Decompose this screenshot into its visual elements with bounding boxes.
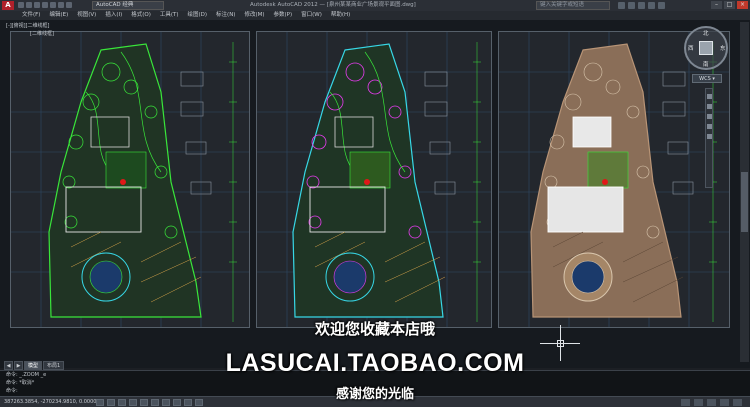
autocad-logo-icon[interactable]: A xyxy=(2,1,14,10)
save-as-icon[interactable] xyxy=(42,2,48,8)
menu-draw[interactable]: 绘图(D) xyxy=(188,11,208,20)
print-icon[interactable] xyxy=(50,2,56,8)
close-button[interactable]: × xyxy=(737,1,748,9)
plan-viewport-colored[interactable] xyxy=(256,31,492,328)
infocenter-toolbar xyxy=(618,2,665,9)
menu-insert[interactable]: 插入(I) xyxy=(105,11,122,20)
menu-help[interactable]: 帮助(H) xyxy=(331,11,350,20)
overlay-welcome-text: 欢迎您收藏本店哦 xyxy=(314,320,435,338)
steeringwheel-icon[interactable] xyxy=(706,94,712,99)
zoom-icon[interactable] xyxy=(706,114,712,119)
wcs-menu[interactable]: WCS ▾ xyxy=(692,74,722,83)
quick-access-toolbar xyxy=(18,2,72,8)
scrollbar-thumb[interactable] xyxy=(741,172,748,232)
showmotion-icon[interactable] xyxy=(706,134,712,139)
vertical-scrollbar[interactable] xyxy=(740,22,749,362)
compass-east[interactable]: 东 xyxy=(720,44,726,52)
menu-window[interactable]: 窗口(W) xyxy=(301,11,322,20)
undo-icon[interactable] xyxy=(58,2,64,8)
site-plan-drawing-2 xyxy=(257,32,491,327)
new-file-icon[interactable] xyxy=(18,2,24,8)
favorites-icon[interactable] xyxy=(648,2,655,9)
overlay-shop-url: LASUCAI.TAOBAO.COM xyxy=(225,349,525,377)
subscription-icon[interactable] xyxy=(628,2,635,9)
title-bar: A AutoCAD 经典 Autodesk AutoCAD 2012 — [泉州… xyxy=(0,0,750,11)
menu-modify[interactable]: 修改(M) xyxy=(244,11,264,20)
plan-viewport-linework[interactable] xyxy=(10,31,250,328)
menu-view[interactable]: 视图(V) xyxy=(77,11,96,20)
minimize-button[interactable]: – xyxy=(711,1,722,9)
menu-tools[interactable]: 工具(T) xyxy=(160,11,179,20)
crosshair-pickbox xyxy=(557,340,564,347)
window-controls: – □ × xyxy=(711,1,748,9)
communication-icon[interactable] xyxy=(638,2,645,9)
menu-parameter[interactable]: 参数(P) xyxy=(274,11,293,20)
help-search-input[interactable]: 键入关键字或短语 xyxy=(536,1,610,10)
redo-icon[interactable] xyxy=(66,2,72,8)
site-plan-drawing-1 xyxy=(11,32,249,327)
menu-edit[interactable]: 编辑(E) xyxy=(49,11,68,20)
viewport-label[interactable]: [-][俯视][二维线框] xyxy=(6,22,50,29)
orbit-icon[interactable] xyxy=(706,124,712,129)
compass-south[interactable]: 南 xyxy=(703,60,709,68)
maximize-button[interactable]: □ xyxy=(724,1,735,9)
menu-bar: 文件(F) 编辑(E) 视图(V) 插入(I) 格式(O) 工具(T) 绘图(D… xyxy=(0,11,750,20)
overlay-thanks-text: 感谢您的光临 xyxy=(335,387,414,402)
menu-file[interactable]: 文件(F) xyxy=(22,11,40,20)
viewport-mode-label[interactable]: [二维线框] xyxy=(30,30,54,37)
viewcube[interactable]: 北 南 西 东 xyxy=(684,26,728,70)
viewcube-face[interactable] xyxy=(699,41,713,55)
navigation-bar xyxy=(705,88,713,188)
compass-west[interactable]: 西 xyxy=(688,44,694,52)
open-file-icon[interactable] xyxy=(26,2,32,8)
search-icon[interactable] xyxy=(618,2,625,9)
pan-icon[interactable] xyxy=(706,104,712,109)
save-icon[interactable] xyxy=(34,2,40,8)
workspace-select[interactable]: AutoCAD 经典 xyxy=(92,1,164,10)
compass-north[interactable]: 北 xyxy=(703,29,709,37)
menu-format[interactable]: 格式(O) xyxy=(131,11,151,20)
menu-dimension[interactable]: 标注(N) xyxy=(216,11,235,20)
window-title: Autodesk AutoCAD 2012 — [泉州某某商业广场景观平面图.d… xyxy=(250,2,416,8)
help-icon[interactable] xyxy=(658,2,665,9)
